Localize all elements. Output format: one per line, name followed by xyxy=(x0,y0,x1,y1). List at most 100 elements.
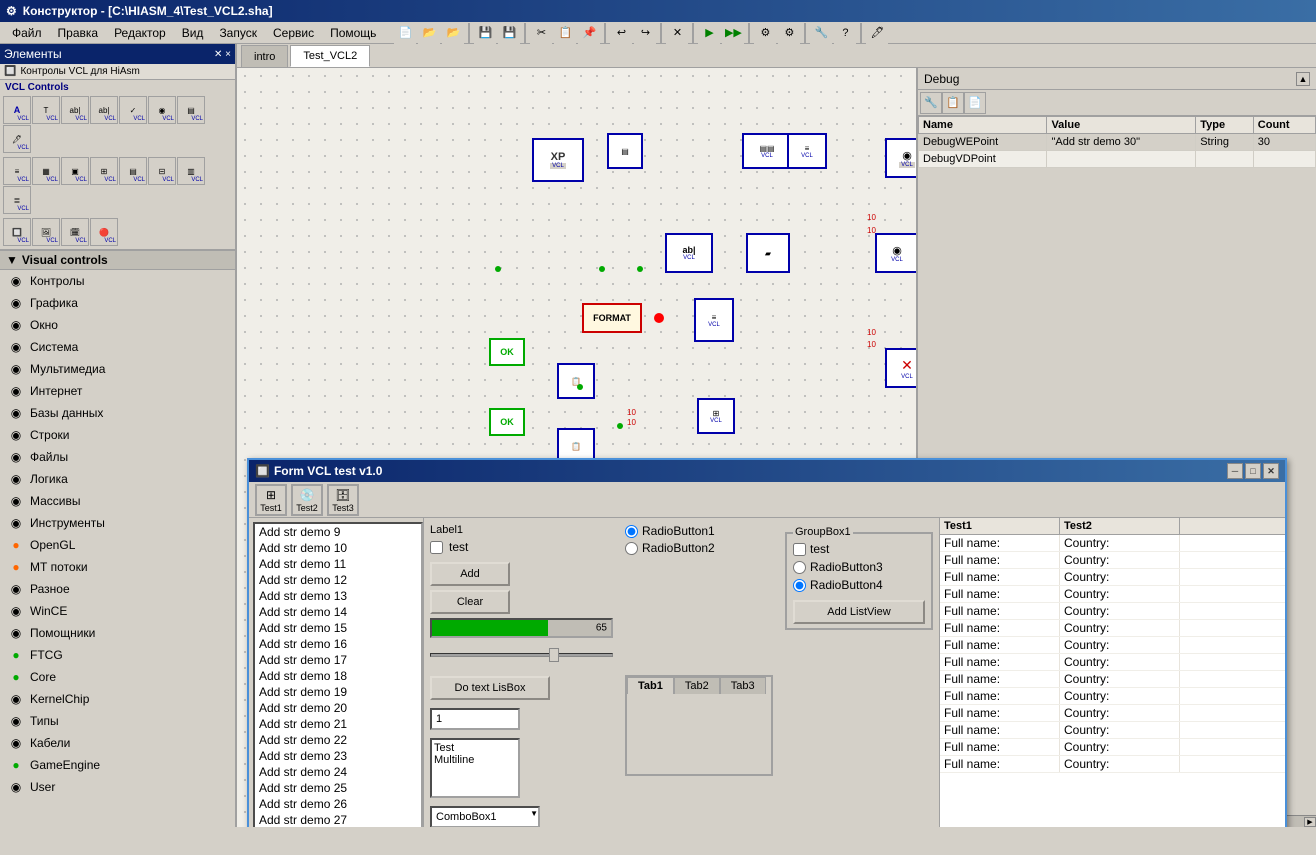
comp-icon-19[interactable]: 🗓VCL xyxy=(61,218,89,246)
comp-icon-18[interactable]: 🖼VCL xyxy=(32,218,60,246)
nav-grafika[interactable]: ◉ Графика xyxy=(0,292,235,314)
listview-row-5[interactable]: Full name: Country: xyxy=(940,620,1285,637)
nav-sistema[interactable]: ◉ Система xyxy=(0,336,235,358)
listview-row-4[interactable]: Full name: Country: xyxy=(940,603,1285,620)
memo-box[interactable]: TestMultiline xyxy=(430,738,520,798)
canvas-node-list[interactable]: ≡ VCL xyxy=(694,298,734,342)
nav-kontroly[interactable]: ◉ Контролы xyxy=(0,270,235,292)
toolbar-copy[interactable]: 📋 xyxy=(554,22,576,44)
debug-hscroll-right[interactable]: ▶ xyxy=(1304,817,1316,827)
comp-icon-8[interactable]: 🖊VCL xyxy=(3,125,31,153)
nav-wince[interactable]: ◉ WinCE xyxy=(0,600,235,622)
listbox-item-6[interactable]: Add str demo 15 xyxy=(255,620,421,636)
listview-row-7[interactable]: Full name: Country: xyxy=(940,654,1285,671)
comp-icon-17[interactable]: 🔲VCL xyxy=(3,218,31,246)
menu-help[interactable]: Помощь xyxy=(322,24,384,42)
debug-scroll-up[interactable]: ▲ xyxy=(1296,72,1310,86)
menu-file[interactable]: Файл xyxy=(4,24,50,42)
listbox-item-17[interactable]: Add str demo 26 xyxy=(255,796,421,812)
comp-icon-15[interactable]: ▥VCL xyxy=(177,157,205,185)
comp-icon-1[interactable]: AVCL xyxy=(3,96,31,124)
toolbar-open[interactable]: 📂 xyxy=(418,22,440,44)
nav-user[interactable]: ◉ User xyxy=(0,776,235,798)
debug-tool-2[interactable]: 📋 xyxy=(942,92,964,114)
nav-misc[interactable]: ◉ Разное xyxy=(0,578,235,600)
canvas-node-xp[interactable]: XP VCL xyxy=(532,138,584,182)
debug-col-name[interactable]: Name xyxy=(919,117,1047,134)
nav-arrays[interactable]: ◉ Массивы xyxy=(0,490,235,512)
toolbar-play2[interactable]: ▶▶ xyxy=(722,22,744,44)
debug-col-value[interactable]: Value xyxy=(1047,117,1196,134)
listbox-item-14[interactable]: Add str demo 23 xyxy=(255,748,421,764)
tab-test-vcl2[interactable]: Test_VCL2 xyxy=(290,45,370,67)
canvas-node-5[interactable]: ⊞ VCL xyxy=(697,398,735,434)
canvas-node-format[interactable]: FORMAT xyxy=(582,303,642,333)
do-text-button[interactable]: Do text LisBox xyxy=(430,676,550,700)
canvas-node-3[interactable]: ≡ VCL xyxy=(787,133,827,169)
comp-icon-16[interactable]: ≣VCL xyxy=(3,186,31,214)
form-tool-test2[interactable]: 💿 Test2 xyxy=(291,484,323,516)
debug-tool-3[interactable]: 📄 xyxy=(964,92,986,114)
nav-mt-threads[interactable]: ● МТ потоки xyxy=(0,556,235,578)
slider-track[interactable] xyxy=(430,653,613,657)
nav-tools[interactable]: ◉ Инструменты xyxy=(0,512,235,534)
canvas-node-1[interactable]: ▤ xyxy=(607,133,643,169)
checkbox1[interactable] xyxy=(430,541,443,554)
slider-thumb[interactable] xyxy=(549,648,559,662)
listview-row-9[interactable]: Full name: Country: xyxy=(940,688,1285,705)
toolbar-undo[interactable]: ↩ xyxy=(610,22,632,44)
listview-col-test2[interactable]: Test2 xyxy=(1060,518,1180,534)
listview-body[interactable]: Full name: Country: Full name: Country: … xyxy=(940,535,1285,827)
comp-icon-4[interactable]: ab|VCL xyxy=(90,96,118,124)
comp-icon-10[interactable]: ▦VCL xyxy=(32,157,60,185)
comp-icon-9[interactable]: ≡VCL xyxy=(3,157,31,185)
toolbar-redo[interactable]: ↪ xyxy=(634,22,656,44)
clear-button[interactable]: Clear xyxy=(430,590,510,614)
listview-row-6[interactable]: Full name: Country: xyxy=(940,637,1285,654)
toolbar-tools[interactable]: 🔧 xyxy=(810,22,832,44)
toolbar-extra[interactable]: 🖊 xyxy=(866,22,888,44)
vcl-maximize-btn[interactable]: □ xyxy=(1245,463,1261,479)
comp-icon-6[interactable]: ◉VCL xyxy=(148,96,176,124)
listbox[interactable]: Add str demo 9 Add str demo 10 Add str d… xyxy=(253,522,423,827)
nav-databases[interactable]: ◉ Базы данных xyxy=(0,402,235,424)
nav-logic[interactable]: ◉ Логика xyxy=(0,468,235,490)
nav-types[interactable]: ◉ Типы xyxy=(0,710,235,732)
nav-cables[interactable]: ◉ Кабели xyxy=(0,732,235,754)
nav-gameengine[interactable]: ● GameEngine xyxy=(0,754,235,776)
listbox-item-0[interactable]: Add str demo 9 xyxy=(255,524,421,540)
menu-editor[interactable]: Редактор xyxy=(106,24,174,42)
listbox-item-3[interactable]: Add str demo 12 xyxy=(255,572,421,588)
listview-row-2[interactable]: Full name: Country: xyxy=(940,569,1285,586)
vcl-tab-label[interactable]: Контролы VCL для HiAsm xyxy=(20,66,139,77)
canvas-node-ok2[interactable]: OK xyxy=(489,408,525,436)
toolbar-play[interactable]: ▶ xyxy=(698,22,720,44)
listbox-item-8[interactable]: Add str demo 17 xyxy=(255,652,421,668)
form-tool-test1[interactable]: ⊞ Test1 xyxy=(255,484,287,516)
listbox-item-4[interactable]: Add str demo 13 xyxy=(255,588,421,604)
menu-view[interactable]: Вид xyxy=(174,24,212,42)
listbox-item-11[interactable]: Add str demo 20 xyxy=(255,700,421,716)
canvas-node-ok1[interactable]: OK xyxy=(489,338,525,366)
comp-icon-2[interactable]: TVCL xyxy=(32,96,60,124)
debug-tool-1[interactable]: 🔧 xyxy=(920,92,942,114)
listbox-item-1[interactable]: Add str demo 10 xyxy=(255,540,421,556)
toolbar-delete[interactable]: ✕ xyxy=(666,22,688,44)
listview-row-12[interactable]: Full name: Country: xyxy=(940,739,1285,756)
toolbar-debug1[interactable]: ⚙ xyxy=(754,22,776,44)
nav-helpers[interactable]: ◉ Помощники xyxy=(0,622,235,644)
comp-icon-3[interactable]: ab|VCL xyxy=(61,96,89,124)
listview-row-3[interactable]: Full name: Country: xyxy=(940,586,1285,603)
toolbar-help[interactable]: ? xyxy=(834,22,856,44)
listbox-item-10[interactable]: Add str demo 19 xyxy=(255,684,421,700)
tab-control-tab3[interactable]: Tab3 xyxy=(720,677,766,694)
canvas-node-prog[interactable]: ▰ xyxy=(746,233,790,273)
vcl-minimize-btn[interactable]: ─ xyxy=(1227,463,1243,479)
canvas-node-ab[interactable]: ab| VCL xyxy=(665,233,713,273)
nav-multimedia[interactable]: ◉ Мультимедиа xyxy=(0,358,235,380)
comp-icon-12[interactable]: ⊞VCL xyxy=(90,157,118,185)
form-tool-test3[interactable]: 🗄 Test3 xyxy=(327,484,359,516)
debug-col-count[interactable]: Count xyxy=(1253,117,1315,134)
nav-files[interactable]: ◉ Файлы xyxy=(0,446,235,468)
toolbar-save[interactable]: 💾 xyxy=(474,22,496,44)
